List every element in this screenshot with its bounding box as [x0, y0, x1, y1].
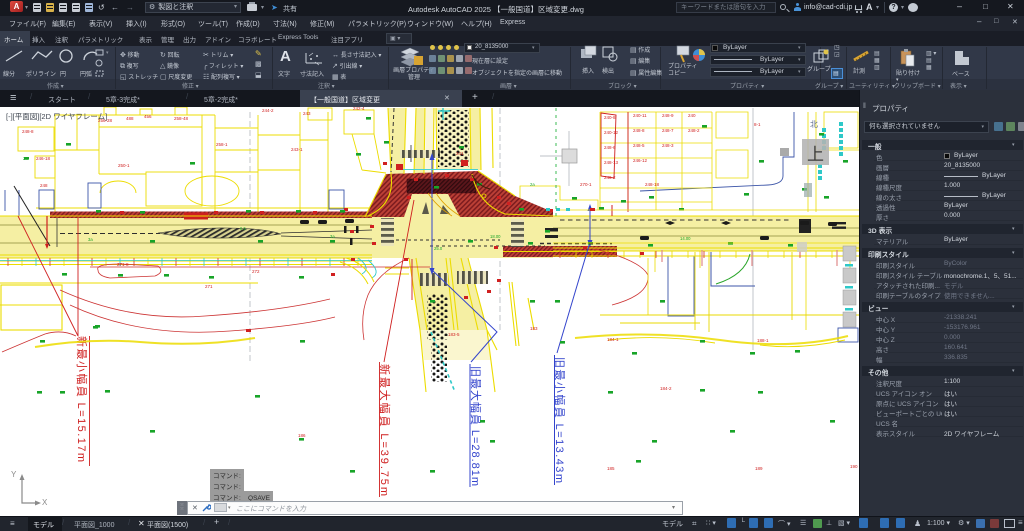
svg-text:272: 272: [252, 269, 260, 274]
svg-text:248-8: 248-8: [22, 129, 34, 134]
svg-text:3a: 3a: [330, 234, 335, 239]
svg-text:2a: 2a: [23, 156, 28, 161]
svg-text:新最大幅員 L=39.75m: 新最大幅員 L=39.75m: [378, 364, 392, 496]
svg-text:243: 243: [303, 111, 311, 116]
svg-text:183-5: 183-5: [448, 332, 460, 337]
svg-text:243-1: 243-1: [291, 147, 303, 152]
svg-text:3a: 3a: [88, 237, 93, 242]
svg-text:270-1: 270-1: [580, 182, 592, 187]
svg-text:188-1: 188-1: [757, 338, 769, 343]
svg-text:186: 186: [298, 433, 306, 438]
svg-text:旧最小幅員 L=13.43m: 旧最小幅員 L=13.43m: [553, 357, 566, 483]
svg-text:184-1: 184-1: [607, 337, 619, 342]
svg-text:248-3: 248-3: [662, 143, 674, 148]
svg-text:246-2: 246-2: [604, 175, 616, 180]
svg-text:244-2: 244-2: [262, 108, 274, 113]
svg-text:258-48: 258-48: [174, 116, 189, 121]
svg-text:183: 183: [530, 326, 538, 331]
svg-text:Y: Y: [11, 470, 17, 479]
svg-text:240-8: 240-8: [604, 115, 616, 120]
svg-text:185: 185: [607, 466, 615, 471]
svg-text:2a: 2a: [530, 182, 535, 187]
svg-text:北: 北: [810, 120, 818, 129]
svg-text:[-][平面図][2D ワイヤフレーム]: [-][平面図][2D ワイヤフレーム]: [6, 112, 107, 121]
svg-text:258-1: 258-1: [216, 142, 228, 147]
svg-text:271: 271: [205, 284, 213, 289]
svg-text:14.00: 14.00: [680, 236, 691, 241]
svg-text:248-8: 248-8: [633, 128, 645, 133]
svg-text:248: 248: [40, 183, 48, 188]
svg-text:271-8: 271-8: [117, 262, 129, 267]
svg-text:新最小幅員 L=15.17m: 新最小幅員 L=15.17m: [75, 336, 89, 462]
svg-text:18.00: 18.00: [490, 234, 501, 239]
svg-text:248-6: 248-6: [604, 145, 616, 150]
svg-text:240: 240: [688, 113, 696, 118]
svg-text:240-12: 240-12: [604, 130, 619, 135]
svg-text:8-1: 8-1: [754, 122, 761, 127]
svg-text:248-9: 248-9: [662, 113, 674, 118]
svg-text:246-12: 246-12: [633, 158, 648, 163]
svg-text:190: 190: [850, 464, 858, 469]
svg-text:189: 189: [755, 466, 763, 471]
svg-text:6.5: 6.5: [240, 226, 246, 231]
svg-text:240-11: 240-11: [633, 113, 647, 118]
svg-text:488: 488: [126, 116, 134, 121]
svg-text:456: 456: [144, 114, 152, 119]
svg-text:248-7: 248-7: [662, 128, 674, 133]
svg-text:248-2: 248-2: [688, 128, 700, 133]
svg-text:248-13: 248-13: [604, 160, 619, 165]
svg-text:184-2: 184-2: [660, 386, 672, 391]
svg-text:246-18: 246-18: [36, 156, 51, 161]
svg-text:248-5: 248-5: [633, 143, 645, 148]
svg-text:旧最大幅員 L=28.81m: 旧最大幅員 L=28.81m: [469, 366, 483, 486]
svg-text:X: X: [42, 498, 48, 507]
svg-text:上: 上: [807, 145, 824, 164]
svg-text:250-1: 250-1: [118, 163, 130, 168]
svg-text:248-18: 248-18: [645, 182, 660, 187]
svg-text:242-4: 242-4: [353, 107, 365, 111]
svg-text:241: 241: [456, 151, 464, 156]
svg-text:25.0: 25.0: [434, 246, 443, 251]
